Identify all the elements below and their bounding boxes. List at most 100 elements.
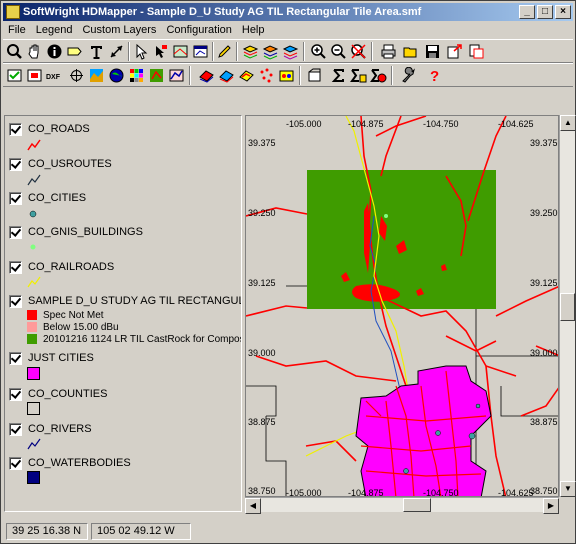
open-folder-icon[interactable] (401, 42, 420, 61)
coverage-blue-icon[interactable] (217, 66, 236, 85)
svg-text:DXF: DXF (46, 74, 61, 81)
layer-checkbox[interactable] (9, 456, 22, 470)
horizontal-scroll-thumb[interactable] (403, 498, 431, 512)
sum-icon[interactable] (329, 66, 348, 85)
menu-bar: File Legend Custom Layers Configuration … (3, 22, 270, 38)
layer-checkbox[interactable] (9, 225, 22, 239)
menu-file[interactable]: File (3, 22, 31, 38)
select-arrow-icon[interactable] (131, 42, 150, 61)
study-class-spec-not-met: Spec Not Met (27, 309, 104, 321)
map-canvas[interactable]: -105.000 -104.875 -104.750 -104.625 -105… (245, 115, 559, 497)
lat-label: 39.125 (530, 278, 558, 288)
teal-dot-icon (29, 210, 37, 218)
layer-checkbox[interactable] (9, 294, 22, 308)
menu-configuration[interactable]: Configuration (161, 22, 236, 38)
minimize-button[interactable]: _ (519, 5, 535, 19)
grid-colors-icon[interactable] (127, 66, 146, 85)
coverage-mixed-icon[interactable] (237, 66, 256, 85)
sites-icon[interactable] (277, 66, 296, 85)
region-map-icon[interactable] (147, 66, 166, 85)
layer-checkbox[interactable] (9, 387, 22, 401)
layer-label: CO_WATERBODIES (28, 457, 131, 469)
menu-legend[interactable]: Legend (31, 22, 78, 38)
save-disk-icon[interactable] (423, 42, 442, 61)
scroll-up-icon[interactable]: ▲ (560, 115, 576, 131)
help-icon[interactable]: ? (425, 66, 444, 85)
layers-remove-icon[interactable] (281, 42, 300, 61)
legend-panel: CO_ROADS CO_USROUTES CO_CITIES CO_GNIS_B… (4, 115, 242, 512)
layer-label: CO_RAILROADS (28, 261, 115, 273)
maximize-button[interactable]: □ (537, 5, 553, 19)
menu-custom-layers[interactable]: Custom Layers (77, 22, 161, 38)
wrench-icon[interactable] (399, 66, 418, 85)
horizontal-scrollbar[interactable]: ◀ ▶ (245, 497, 559, 514)
layer-checkbox[interactable] (9, 422, 22, 436)
layer-co-waterbodies[interactable]: CO_WATERBODIES (9, 455, 131, 471)
edit-pointer-icon[interactable] (151, 42, 170, 61)
page-setup-icon[interactable] (467, 42, 486, 61)
target-icon[interactable] (67, 66, 86, 85)
lat-label: 39.250 (248, 208, 276, 218)
scroll-left-icon[interactable]: ◀ (245, 498, 261, 514)
lon-label: -104.750 (423, 119, 459, 129)
profile-tool-icon[interactable] (167, 66, 186, 85)
layer-checkbox[interactable] (9, 157, 22, 171)
layer-co-usroutes[interactable]: CO_USROUTES (9, 156, 112, 172)
layer-co-cities[interactable]: CO_CITIES (9, 190, 86, 206)
terrain-icon[interactable] (87, 66, 106, 85)
pan-hand-icon[interactable] (25, 42, 44, 61)
map-svg[interactable]: -105.000 -104.875 -104.750 -104.625 -105… (246, 116, 559, 497)
layer-co-railroads[interactable]: CO_RAILROADS (9, 259, 114, 275)
import-icon[interactable] (25, 66, 44, 85)
layer-co-counties[interactable]: CO_COUNTIES (9, 386, 107, 402)
layer-just-cities[interactable]: JUST CITIES (9, 350, 94, 366)
check-layer-icon[interactable] (5, 66, 24, 85)
dxf-icon[interactable]: DXF (45, 66, 64, 85)
vertical-scroll-thumb[interactable] (560, 293, 575, 321)
menu-help[interactable]: Help (237, 22, 270, 38)
study-class-coverage: 20101216 1124 LR TIL CastRock for Compos (27, 333, 241, 345)
scroll-right-icon[interactable]: ▶ (543, 498, 559, 514)
lon-label: -104.625 (498, 119, 534, 129)
scroll-down-icon[interactable]: ▼ (560, 481, 576, 497)
layer-checkbox[interactable] (9, 351, 22, 365)
layers-add-icon[interactable] (261, 42, 280, 61)
layer-co-gnis-buildings[interactable]: CO_GNIS_BUILDINGS (9, 224, 143, 240)
print-icon[interactable] (379, 42, 398, 61)
zoom-in-icon[interactable] (309, 42, 328, 61)
title-bar[interactable]: SoftWright HDMapper - Sample D_U Study A… (3, 3, 573, 21)
zoom-out-icon[interactable] (329, 42, 348, 61)
magenta-fill-icon (27, 367, 40, 380)
window-layer-icon[interactable] (191, 42, 210, 61)
coverage-red-icon[interactable] (197, 66, 216, 85)
pencil-icon[interactable] (215, 42, 234, 61)
layer-checkbox[interactable] (9, 122, 22, 136)
zoom-clear-icon[interactable] (349, 42, 368, 61)
layer-checkbox[interactable] (9, 260, 22, 274)
export-icon[interactable] (445, 42, 464, 61)
lat-label: 38.750 (530, 486, 558, 496)
layer-checkbox[interactable] (9, 191, 22, 205)
text-tool-icon[interactable] (87, 42, 106, 61)
sum-chart-icon[interactable] (369, 66, 388, 85)
app-icon (6, 5, 20, 19)
close-button[interactable]: × (555, 5, 571, 19)
vertical-scrollbar[interactable]: ▲ ▼ (559, 115, 576, 497)
resize-arrow-icon[interactable] (107, 42, 126, 61)
scatter-points-icon[interactable] (257, 66, 276, 85)
layer-co-rivers[interactable]: CO_RIVERS (9, 421, 92, 437)
frame-icon[interactable] (305, 66, 324, 85)
navy-fill-icon (27, 471, 40, 484)
map-layer-icon[interactable] (171, 42, 190, 61)
layer-study[interactable]: SAMPLE D_U STUDY AG TIL RECTANGULAR TIL (9, 293, 241, 309)
zoom-icon[interactable] (5, 42, 24, 61)
layers-stack-icon[interactable] (241, 42, 260, 61)
sum-list-icon[interactable] (349, 66, 368, 85)
lon-label: -104.625 (498, 488, 534, 497)
lat-label: 39.125 (248, 278, 276, 288)
label-tag-icon[interactable] (65, 42, 84, 61)
layer-co-roads[interactable]: CO_ROADS (9, 121, 90, 137)
layer-label: CO_USROUTES (28, 158, 112, 170)
globe-icon[interactable] (107, 66, 126, 85)
info-icon[interactable] (45, 42, 64, 61)
